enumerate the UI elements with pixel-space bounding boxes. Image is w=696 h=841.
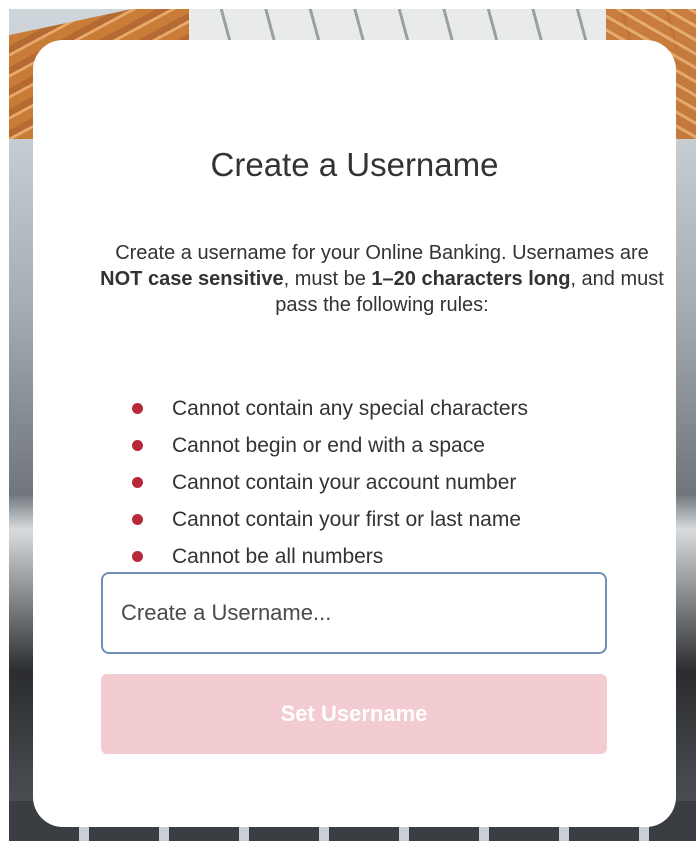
intro-text: Create a username for your Online Bankin…	[93, 240, 671, 318]
set-username-button[interactable]: Set Username	[101, 674, 607, 754]
rule-text: Cannot contain your account number	[172, 471, 517, 494]
username-input[interactable]	[103, 574, 605, 652]
username-field	[101, 572, 607, 654]
rule-text: Cannot contain any special characters	[172, 397, 529, 420]
intro-text-bold2: 1–20 characters long	[371, 268, 571, 290]
bullet-icon	[132, 403, 143, 414]
list-item: Cannot contain your account number	[128, 468, 528, 505]
list-item: Cannot contain your first or last name	[128, 505, 528, 542]
intro-text-bold1: NOT case sensitive	[100, 268, 284, 290]
username-rules-list: Cannot contain any special characters Ca…	[128, 394, 528, 579]
bullet-icon	[132, 477, 143, 488]
list-item: Cannot begin or end with a space	[128, 431, 528, 468]
bullet-icon	[132, 551, 143, 562]
rule-text: Cannot contain your first or last name	[172, 508, 522, 531]
modal-title: Create a Username	[210, 146, 499, 183]
intro-text-part2: , must be	[283, 268, 372, 290]
rule-text: Cannot begin or end with a space	[172, 434, 485, 457]
bullet-icon	[132, 440, 143, 451]
intro-text-part1: Create a username for your Online Bankin…	[115, 242, 649, 264]
rule-text: Cannot be all numbers	[172, 545, 384, 568]
list-item: Cannot contain any special characters	[128, 394, 528, 431]
bullet-icon	[132, 514, 143, 525]
